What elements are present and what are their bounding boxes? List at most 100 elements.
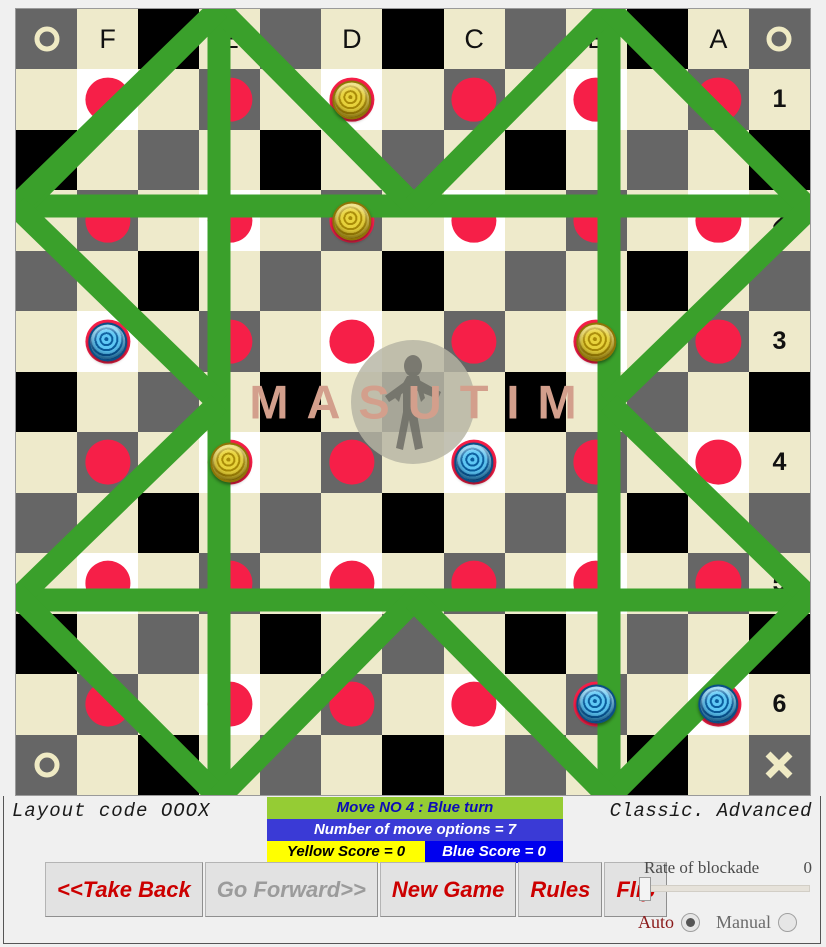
- take-back-button[interactable]: <<Take Back: [45, 862, 203, 917]
- circle-icon: [16, 735, 77, 795]
- board-square-F3[interactable]: [77, 311, 139, 372]
- board-cell: [16, 553, 78, 614]
- board-square-B3[interactable]: [565, 311, 627, 372]
- row-label-3: 3: [748, 311, 810, 372]
- rate-of-blockade-value: 0: [803, 858, 813, 877]
- column-label-a: A: [687, 9, 749, 70]
- target-dot: [207, 681, 253, 727]
- board-square-C4[interactable]: [443, 432, 505, 493]
- board-cell: [260, 311, 322, 372]
- board-cell: [626, 734, 688, 795]
- board-cell: [565, 613, 627, 675]
- board-cell: [382, 311, 444, 372]
- board-cell: [504, 674, 566, 735]
- board-cell: [504, 492, 566, 554]
- target-dot: [451, 198, 497, 243]
- board-square-A1[interactable]: [687, 69, 749, 130]
- board-square-C2[interactable]: [443, 190, 505, 251]
- target-dot: [695, 440, 741, 485]
- board-square-E2[interactable]: [199, 190, 261, 251]
- go-forward-button[interactable]: Go Forward>>: [204, 862, 378, 917]
- board-cell: [687, 250, 749, 312]
- board-cell: [16, 674, 78, 735]
- board-cell: [138, 734, 200, 795]
- board-square-D5[interactable]: [321, 553, 383, 614]
- board-square-A4[interactable]: [687, 432, 749, 493]
- board-square-E6[interactable]: [199, 674, 261, 735]
- board-square-B4[interactable]: [565, 432, 627, 493]
- rules-button[interactable]: Rules: [518, 862, 603, 917]
- board-cell: [443, 250, 505, 312]
- board-square-E4[interactable]: [199, 432, 261, 493]
- board-cell: [16, 250, 78, 312]
- board-square-F2[interactable]: [77, 190, 139, 251]
- board-cell: [443, 613, 505, 675]
- board-square-F5[interactable]: [77, 553, 139, 614]
- board-square-D1[interactable]: [321, 69, 383, 130]
- target-dot: [573, 198, 619, 243]
- board-cell: [321, 129, 383, 191]
- board-square-A3[interactable]: [687, 311, 749, 372]
- board-cell: [565, 129, 627, 191]
- board-square-E1[interactable]: [199, 69, 261, 130]
- board-square-C6[interactable]: [443, 674, 505, 735]
- board-square-B2[interactable]: [565, 190, 627, 251]
- board-cell: [138, 674, 200, 735]
- column-label-d: D: [321, 9, 383, 70]
- board-square-A5[interactable]: [687, 553, 749, 614]
- board-cell: [504, 9, 566, 70]
- board-cell: [626, 9, 688, 70]
- board-cell: [260, 734, 322, 795]
- auto-radio-button[interactable]: [681, 913, 700, 932]
- board-square-C5[interactable]: [443, 553, 505, 614]
- board-cell: [504, 311, 566, 372]
- target-dot: [451, 77, 497, 123]
- row-label-text: 6: [772, 689, 787, 718]
- board-square-D2[interactable]: [321, 190, 383, 251]
- board-square-C1[interactable]: [443, 69, 505, 130]
- board-square-E5[interactable]: [199, 553, 261, 614]
- board-cell: [504, 553, 566, 614]
- target-dot: [451, 681, 497, 727]
- board-square-B1[interactable]: [565, 69, 627, 130]
- board-cell: [77, 371, 139, 433]
- board-cell: [565, 734, 627, 795]
- layout-code-label: Layout code OOOX: [12, 800, 211, 822]
- column-label-text: B: [587, 23, 606, 54]
- board-square-D3[interactable]: [321, 311, 383, 372]
- board-square-C3[interactable]: [443, 311, 505, 372]
- board-square-A2[interactable]: [687, 190, 749, 251]
- row-label-text: 3: [772, 327, 787, 356]
- corner-mark-bottom-right: [748, 734, 810, 795]
- board-square-F6[interactable]: [77, 674, 139, 735]
- target-dot: [451, 319, 497, 364]
- corner-mark-top-left: [16, 9, 78, 70]
- board-square-A6[interactable]: [687, 674, 749, 735]
- board-square-B5[interactable]: [565, 553, 627, 614]
- board-cell: [565, 371, 627, 433]
- board-cell: [626, 432, 688, 493]
- board-cell: [138, 492, 200, 554]
- board-cell: [138, 311, 200, 372]
- target-dot: [695, 561, 741, 606]
- rate-of-blockade-slider[interactable]: [642, 885, 810, 892]
- board-cell: [321, 734, 383, 795]
- rate-of-blockade-slider-thumb[interactable]: [639, 877, 651, 901]
- board-square-F1[interactable]: [77, 69, 139, 130]
- board-cell: [748, 613, 810, 675]
- board-cell: [16, 69, 78, 130]
- new-game-button[interactable]: New Game: [379, 862, 517, 917]
- board-cell: [382, 674, 444, 735]
- column-label-f: F: [77, 9, 139, 70]
- row-label-1: 1: [748, 69, 810, 130]
- target-dot: [85, 681, 131, 727]
- manual-radio-button[interactable]: [777, 913, 797, 932]
- board-square-D4[interactable]: [321, 432, 383, 493]
- board-square-D6[interactable]: [321, 674, 383, 735]
- board-square-B6[interactable]: [565, 674, 627, 735]
- board-cell: [565, 492, 627, 554]
- game-board[interactable]: FEDCBA123456 MASUTIM: [15, 8, 811, 796]
- board-square-E3[interactable]: [199, 311, 261, 372]
- board-square-F4[interactable]: [77, 432, 139, 493]
- close-icon: [749, 735, 810, 795]
